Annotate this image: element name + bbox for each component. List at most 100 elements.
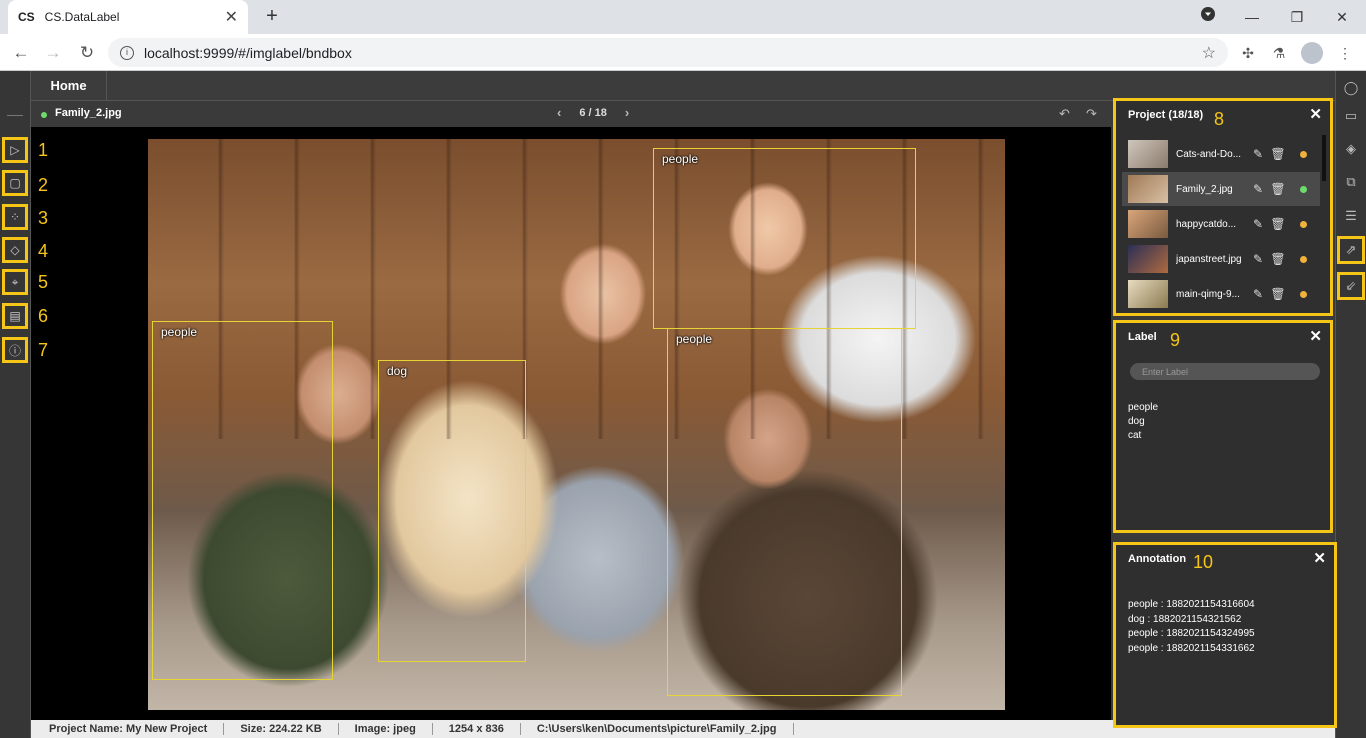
label-item[interactable]: people: [1128, 401, 1158, 415]
pointer-icon: ▷: [10, 143, 20, 157]
project-item[interactable]: japanstreet.jpg ✎ 🗑: [1122, 242, 1320, 276]
layers-icon[interactable]: ⧉: [1339, 170, 1363, 194]
project-item[interactable]: Cats-and-Do... ✎ 🗑: [1122, 137, 1320, 171]
redo-icon[interactable]: ↷: [1086, 106, 1097, 122]
callout-1: 1: [38, 140, 49, 160]
trash-icon[interactable]: 🗑: [1270, 217, 1286, 231]
site-info-icon[interactable]: i: [120, 45, 134, 60]
image-canvas[interactable]: people people dog people: [31, 127, 1111, 720]
project-item[interactable]: main-qimg-9... ✎ 🗑: [1122, 277, 1320, 311]
thumbnail: [1128, 210, 1168, 238]
bbox-dog[interactable]: dog: [378, 360, 526, 662]
bbox-people-woman[interactable]: people: [152, 321, 333, 680]
edit-icon[interactable]: ✎: [1250, 287, 1266, 301]
browser-menu-icon[interactable]: ⋮: [1334, 42, 1356, 64]
trash-icon[interactable]: 🗑: [1270, 147, 1286, 161]
file-status-dot: [41, 112, 47, 118]
browser-tab[interactable]: CS CS.DataLabel ✕: [8, 0, 248, 34]
folder-icon[interactable]: ▭: [1339, 104, 1363, 128]
import-button[interactable]: ⇙: [1337, 272, 1365, 300]
thumbnail: [1128, 140, 1168, 168]
label-item[interactable]: dog: [1128, 415, 1158, 429]
url-text: localhost:9999/#/imglabel/bndbox: [144, 44, 352, 61]
page-indicator: 6 / 18: [579, 106, 607, 119]
edit-icon[interactable]: ✎: [1250, 217, 1266, 231]
user-icon[interactable]: ◯: [1339, 76, 1363, 100]
favicon-icon: CS: [18, 10, 35, 24]
crosshair-tool-button[interactable]: ⌖: [2, 269, 28, 295]
status-size: Size: 224.22 KB: [224, 723, 339, 735]
home-tab[interactable]: Home: [31, 71, 107, 101]
status-dot: [1300, 150, 1307, 158]
bbox-people-child[interactable]: people: [653, 148, 916, 329]
label-input[interactable]: [1130, 363, 1320, 380]
project-item-selected[interactable]: Family_2.jpg ✎ 🗑: [1122, 172, 1320, 206]
project-item[interactable]: happycatdo... ✎ 🗑: [1122, 207, 1320, 241]
trash-icon[interactable]: 🗑: [1270, 252, 1286, 266]
close-icon[interactable]: ✕: [1313, 549, 1326, 567]
edit-icon[interactable]: ✎: [1250, 147, 1266, 161]
status-dot: [1300, 185, 1307, 193]
new-tab-button[interactable]: +: [260, 4, 284, 28]
project-item-name: Family_2.jpg: [1176, 183, 1233, 195]
browser-tabstrip: CS CS.DataLabel ✕ + ― ❐ ✕: [0, 0, 1366, 34]
top-nav: Home: [31, 71, 1335, 101]
project-item-name: main-qimg-9...: [1176, 288, 1240, 300]
select-tool-button[interactable]: ▷: [2, 137, 28, 163]
callout-2: 2: [38, 175, 49, 195]
next-image-button[interactable]: ›: [625, 105, 629, 120]
export-button[interactable]: ⇗: [1337, 236, 1365, 264]
trash-icon[interactable]: 🗑: [1270, 182, 1286, 196]
callout-9: 9: [1170, 330, 1181, 350]
undo-icon[interactable]: ↶: [1059, 106, 1070, 122]
back-icon[interactable]: ←: [10, 42, 32, 64]
align-icon[interactable]: ☰: [1339, 204, 1363, 228]
callout-8: 8: [1214, 109, 1225, 129]
minimize-icon[interactable]: ―: [1240, 6, 1264, 28]
label-panel-title: Label: [1128, 331, 1157, 343]
close-tab-icon[interactable]: ✕: [225, 7, 238, 27]
prev-image-button[interactable]: ‹: [557, 105, 561, 120]
maximize-icon[interactable]: ❐: [1285, 6, 1309, 28]
label-list: people dog cat: [1128, 401, 1158, 443]
status-path: C:\Users\ken\Documents\picture\Family_2.…: [521, 723, 794, 735]
rectangle-tool-button[interactable]: ▢: [2, 170, 28, 196]
status-dot: [1300, 290, 1307, 298]
info-tool-button[interactable]: ⓘ: [2, 337, 28, 363]
annotation-item[interactable]: people : 1882021154324995: [1128, 627, 1255, 642]
eraser-tool-button[interactable]: ◇: [2, 237, 28, 263]
reload-icon[interactable]: ↻: [76, 42, 98, 64]
status-project-name: Project Name: My New Project: [31, 723, 225, 735]
extensions-icon[interactable]: ✣: [1237, 42, 1259, 64]
edit-icon[interactable]: ✎: [1250, 182, 1266, 196]
profile-avatar[interactable]: [1301, 42, 1323, 64]
bbox-label: people: [662, 152, 699, 166]
bookmark-star-icon[interactable]: ☆: [1202, 43, 1216, 63]
eraser-icon: ◇: [10, 243, 20, 257]
thumbnail: [1128, 245, 1168, 273]
annotation-item[interactable]: people : 1882021154316604: [1128, 598, 1255, 613]
annotation-panel-title: Annotation: [1128, 553, 1187, 565]
close-icon[interactable]: ✕: [1309, 327, 1322, 345]
profile-menu-icon[interactable]: [1196, 6, 1220, 28]
label-item[interactable]: cat: [1128, 429, 1158, 443]
polygon-icon: ⁘: [9, 210, 21, 224]
bbox-people-man[interactable]: people: [667, 328, 902, 696]
window-close-icon[interactable]: ✕: [1330, 6, 1354, 28]
close-icon[interactable]: ✕: [1309, 105, 1322, 123]
toolbar-divider: [7, 115, 23, 116]
edit-icon[interactable]: ✎: [1250, 252, 1266, 266]
trash-icon[interactable]: 🗑: [1270, 287, 1286, 301]
label-panel: Label 9 ✕ people dog cat: [1113, 320, 1333, 533]
project-scrollbar[interactable]: [1322, 135, 1326, 181]
tag-icon[interactable]: ◈: [1339, 137, 1363, 161]
polygon-tool-button[interactable]: ⁘: [2, 204, 28, 230]
address-bar[interactable]: i localhost:9999/#/imglabel/bndbox ☆: [108, 38, 1228, 67]
forward-icon[interactable]: →: [42, 42, 64, 64]
project-panel-title: Project (18/18): [1128, 109, 1204, 121]
callout-3: 3: [38, 208, 49, 228]
annotation-item[interactable]: dog : 1882021154321562: [1128, 613, 1255, 628]
labs-flask-icon[interactable]: ⚗: [1268, 42, 1290, 64]
save-tool-button[interactable]: ▤: [2, 303, 28, 329]
annotation-item[interactable]: people : 1882021154331662: [1128, 642, 1255, 657]
